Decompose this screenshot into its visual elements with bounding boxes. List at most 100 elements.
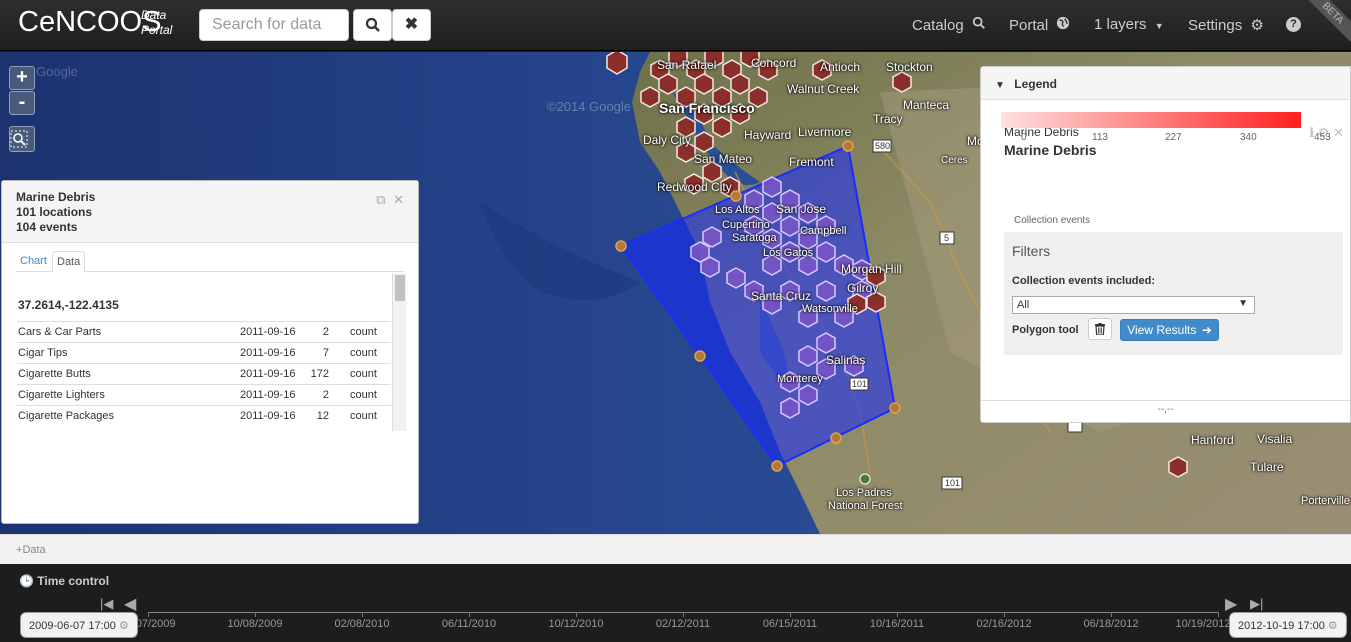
step-forward-icon[interactable]: ▶	[1225, 594, 1237, 614]
map-label: Livermore	[798, 125, 852, 139]
data-toggle-label: Data	[22, 544, 46, 556]
end-date-handle[interactable]: 2012-10-19 17:00 ⚙	[1229, 612, 1347, 638]
legend-tick: 227	[1165, 132, 1182, 143]
search-button[interactable]	[353, 9, 392, 41]
map-label: Walnut Creek	[787, 82, 860, 96]
table-row: Cigarette Butts 2011-09-16 172 count	[17, 363, 391, 384]
popup-header: Marine Debris 101 locations 104 events	[2, 181, 418, 243]
help-button[interactable]: ?	[1286, 17, 1301, 32]
row-value: 7	[322, 347, 329, 359]
nav-settings[interactable]: Settings ⚙	[1188, 16, 1264, 34]
map-label: Los Gatos	[763, 247, 814, 259]
close-icon[interactable]: ✕	[393, 192, 404, 207]
zoom-extent-icon	[10, 130, 28, 148]
caret-down-icon: ▼	[1154, 21, 1164, 31]
view-results-button[interactable]: View Results ➜	[1120, 319, 1219, 341]
close-icon: ✖	[404, 16, 419, 33]
table-row: Cars & Car Parts 2011-09-16 2 count	[17, 321, 391, 342]
time-control-title: 🕒 Time control	[19, 574, 109, 588]
gear-icon: ⚙	[1327, 620, 1338, 632]
map-label: Concord	[751, 56, 797, 70]
map-label: Gilroy	[847, 281, 879, 295]
timeline-tick	[897, 612, 898, 617]
top-navbar: CeNCOOS Data Portal ✖ Catalog Portal 1 l…	[0, 0, 1351, 51]
nav-portal[interactable]: Portal	[1009, 16, 1070, 34]
step-back-icon[interactable]: ◀	[124, 594, 136, 614]
data-toggle-bar[interactable]: +Data	[0, 534, 1351, 564]
timeline-label: 10/19/2012	[1175, 618, 1231, 630]
legend-header[interactable]: ▼ Legend	[981, 67, 1350, 100]
map-label: Santa Cruz	[751, 289, 812, 303]
logo-sub-data: Data	[141, 8, 167, 22]
timeline-axis[interactable]: 06/07/2009 10/08/2009 02/08/2010 06/11/2…	[120, 612, 1231, 630]
row-date: 2011-09-16	[240, 410, 296, 422]
row-unit: count	[350, 347, 377, 359]
skip-back-icon[interactable]: |◀	[100, 596, 113, 612]
close-icon[interactable]: ✕	[1333, 125, 1344, 140]
timeline-label: 02/16/2012	[976, 618, 1032, 630]
nav-catalog[interactable]: Catalog	[912, 16, 986, 34]
mouse-coordinates: --,--	[981, 400, 1350, 422]
timeline-tick	[1218, 612, 1219, 617]
legend-caption: Collection events	[1014, 215, 1091, 226]
select-value: All	[1017, 299, 1030, 311]
table-row: Cigarette Lighters 2011-09-16 2 count	[17, 384, 391, 405]
search-input[interactable]	[199, 9, 349, 41]
map-label: Salinas	[826, 353, 866, 367]
time-control-panel: 🕒 Time control |◀ ◀ ▶ ▶| 06/07/2009 10/0…	[0, 564, 1351, 642]
nav-layers-dropdown[interactable]: 1 layers ▼	[1094, 16, 1164, 33]
popup-locations: 101 locations	[16, 205, 93, 219]
map-label: Porterville	[1301, 495, 1350, 507]
gear-icon: ⚙	[1250, 17, 1264, 34]
map-label: Visalia	[1257, 432, 1293, 446]
external-link-icon[interactable]: ⧉	[376, 192, 385, 207]
map-label: Tulare	[1250, 460, 1284, 474]
road-label: 101	[852, 379, 868, 389]
scrollbar-thumb[interactable]	[395, 275, 405, 301]
help-icon: ?	[1290, 18, 1297, 30]
tab-data[interactable]: Data	[52, 251, 86, 272]
filters-panel: Filters Collection events included: All …	[1004, 232, 1343, 355]
trash-icon	[1095, 323, 1105, 336]
timeline-tick	[790, 612, 791, 617]
timeline-tick	[576, 612, 577, 617]
legend-layer-title: Marine Debris	[1004, 142, 1097, 158]
gear-icon: ⚙	[118, 620, 129, 632]
row-date: 2011-09-16	[240, 368, 296, 380]
row-value: 172	[310, 368, 329, 380]
map-label: Tracy	[873, 112, 903, 126]
collection-events-select[interactable]: All ▼	[1012, 296, 1255, 314]
skip-forward-icon[interactable]: ▶|	[1250, 596, 1263, 612]
beta-ribbon: BETA	[1303, 0, 1351, 42]
map-label: Hanford	[1191, 433, 1234, 447]
zoom-box-button[interactable]	[9, 126, 35, 152]
popup-events: 104 events	[16, 220, 78, 234]
row-value: 2	[322, 389, 329, 401]
nav-catalog-label: Catalog	[912, 17, 964, 34]
map-label: San Rafael	[657, 58, 717, 72]
filters-label: Collection events included:	[1012, 275, 1156, 287]
timeline-label: 10/08/2009	[227, 618, 283, 630]
map-label: Redwood City	[657, 180, 732, 194]
caret-down-icon: ▼	[995, 80, 1005, 91]
map-label: Los Padres	[836, 487, 892, 499]
delete-polygon-button[interactable]	[1088, 318, 1112, 340]
logo[interactable]: CeNCOOS	[18, 6, 161, 39]
zoom-in-button[interactable]: +	[9, 66, 35, 90]
timeline-label: 10/12/2010	[548, 618, 604, 630]
popup-data-panel[interactable]: 37.2614,-122.4135 Cars & Car Parts 2011-…	[17, 273, 406, 431]
row-value: 2	[322, 326, 329, 338]
start-date-handle[interactable]: 2009-06-07 17:00 ⚙	[20, 612, 138, 638]
tab-chart[interactable]: Chart	[16, 251, 51, 272]
nav-settings-label: Settings	[1188, 17, 1243, 34]
row-name: Cigar Tips	[18, 347, 68, 359]
row-name: Cigarette Butts	[18, 368, 91, 380]
timeline-label: 02/08/2010	[334, 618, 390, 630]
clear-search-button[interactable]: ✖	[392, 9, 431, 41]
row-date: 2011-09-16	[240, 389, 296, 401]
legend-tick: 113	[1092, 132, 1108, 143]
zoom-out-button[interactable]: -	[9, 91, 35, 115]
scrollbar[interactable]	[392, 273, 406, 431]
row-name: Cigarette Lighters	[18, 389, 105, 401]
map-label: Campbell	[800, 225, 847, 237]
